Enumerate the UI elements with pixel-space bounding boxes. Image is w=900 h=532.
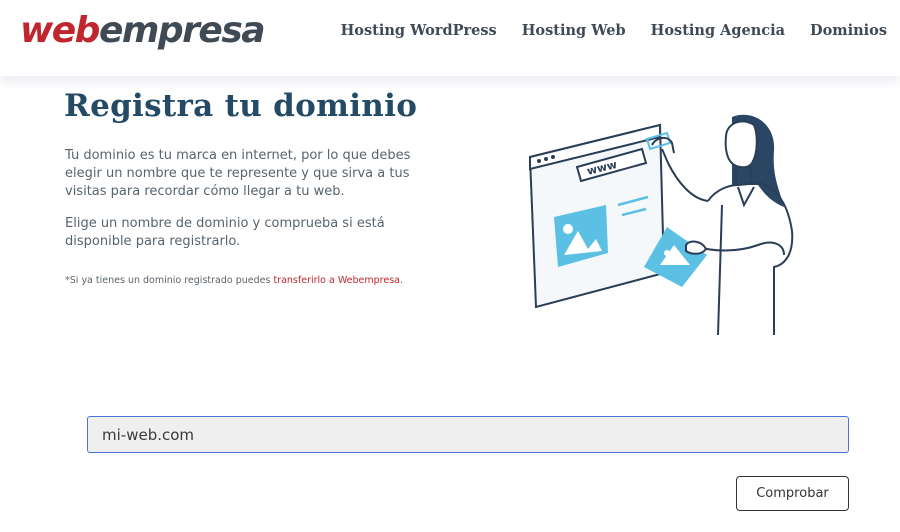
transfer-link[interactable]: transferirlo a Webempresa	[273, 275, 400, 286]
instruction-paragraph: Elige un nombre de dominio y comprueba s…	[65, 216, 385, 249]
nav-hosting-web[interactable]: Hosting Web	[522, 22, 626, 39]
check-availability-button[interactable]: Comprobar	[736, 476, 849, 511]
nav-dominios[interactable]: Dominios	[810, 22, 887, 39]
transfer-note-end: .	[399, 275, 404, 286]
webempresa-logo[interactable]: webempresa	[20, 10, 266, 51]
intro-paragraph: Tu dominio es tu marca en internet, por …	[65, 148, 411, 199]
main-nav: Hosting WordPress Hosting Web Hosting Ag…	[341, 22, 887, 39]
transfer-note: *Si ya tienes un dominio registrado pued…	[65, 275, 403, 286]
logo-part-web: web	[20, 10, 100, 51]
nav-hosting-agencia[interactable]: Hosting Agencia	[651, 22, 785, 39]
nav-hosting-wordpress[interactable]: Hosting WordPress	[341, 22, 497, 39]
domain-illustration: www	[528, 114, 794, 336]
site-header: webempresa Hosting WordPress Hosting Web…	[0, 0, 900, 76]
woman-figure	[651, 114, 794, 336]
domain-search-input[interactable]	[87, 416, 849, 453]
page-title: Registra tu dominio	[64, 88, 418, 124]
logo-part-empresa: empresa	[98, 10, 266, 51]
transfer-note-text: *Si ya tienes un dominio registrado pued…	[65, 275, 274, 286]
